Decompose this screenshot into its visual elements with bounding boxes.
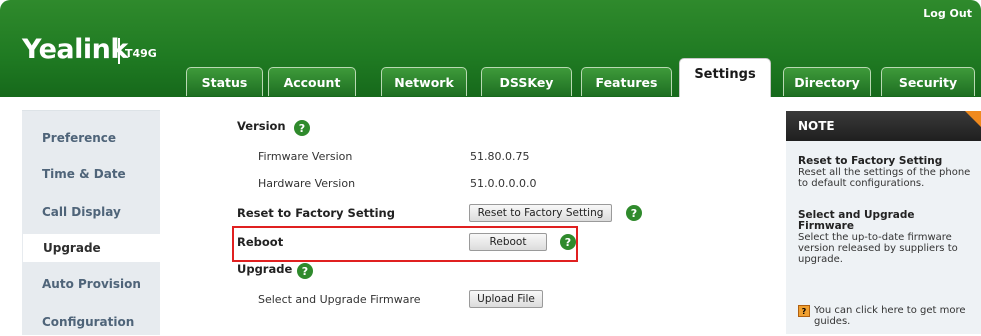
guide-book-icon[interactable]: ? xyxy=(798,305,810,317)
note-reset-text: Reset all the settings of the phone to d… xyxy=(798,167,971,189)
note-panel: NOTE Reset to Factory Setting Reset all … xyxy=(786,111,981,334)
reboot-help-icon[interactable]: ? xyxy=(560,234,576,250)
sidebar-item-configuration[interactable]: Configuration xyxy=(22,308,160,336)
note-upgrade-title: Select and Upgrade Firmware xyxy=(798,209,915,232)
tab-features[interactable]: Features xyxy=(581,67,672,96)
logo-separator xyxy=(118,38,120,64)
logout-link[interactable]: Log Out xyxy=(923,7,972,20)
hardware-version-value: 51.0.0.0.0.0 xyxy=(470,177,537,190)
hardware-version-label: Hardware Version xyxy=(258,177,356,190)
tab-settings[interactable]: Settings xyxy=(679,58,771,97)
sidebar-item-preference[interactable]: Preference xyxy=(22,124,160,152)
note-corner-accent xyxy=(965,111,981,127)
reboot-button[interactable]: Reboot xyxy=(469,233,547,251)
reboot-label: Reboot xyxy=(237,235,284,249)
firmware-version-value: 51.80.0.75 xyxy=(470,150,530,163)
model-label: T49G xyxy=(125,47,157,60)
upgrade-section-title: Upgrade xyxy=(237,262,293,276)
tab-dsskey[interactable]: DSSKey xyxy=(481,67,572,96)
version-help-icon[interactable]: ? xyxy=(294,120,310,136)
tab-network[interactable]: Network xyxy=(381,67,467,96)
top-header: Yealink T49G Log Out Status Account Netw… xyxy=(0,0,981,97)
note-header: NOTE xyxy=(786,111,981,141)
firmware-version-label: Firmware Version xyxy=(258,150,353,163)
sidebar-item-call-display[interactable]: Call Display xyxy=(22,198,160,226)
reset-factory-label: Reset to Factory Setting xyxy=(237,206,395,220)
note-guide-link[interactable]: You can click here to get more guides. xyxy=(814,305,974,327)
sidebar-item-time-date[interactable]: Time & Date xyxy=(22,160,160,188)
select-upgrade-label: Select and Upgrade Firmware xyxy=(258,293,421,306)
note-upgrade-text: Select the up-to-date firmware version r… xyxy=(798,232,958,265)
version-section-title: Version xyxy=(237,119,286,133)
upgrade-help-icon[interactable]: ? xyxy=(297,263,313,279)
yealink-logo: Yealink xyxy=(22,34,128,65)
sidebar: Preference Time & Date Call Display Upgr… xyxy=(22,110,183,336)
tab-account[interactable]: Account xyxy=(268,67,356,96)
upload-file-button[interactable]: Upload File xyxy=(469,290,543,308)
tab-directory[interactable]: Directory xyxy=(783,67,871,96)
reset-help-icon[interactable]: ? xyxy=(626,205,642,221)
tab-status[interactable]: Status xyxy=(186,67,263,96)
reset-factory-button[interactable]: Reset to Factory Setting xyxy=(469,204,612,222)
note-reset-title: Reset to Factory Setting xyxy=(798,155,943,167)
sidebar-item-upgrade[interactable]: Upgrade xyxy=(23,234,183,262)
sidebar-item-auto-provision[interactable]: Auto Provision xyxy=(22,270,160,298)
tab-security[interactable]: Security xyxy=(881,67,975,96)
